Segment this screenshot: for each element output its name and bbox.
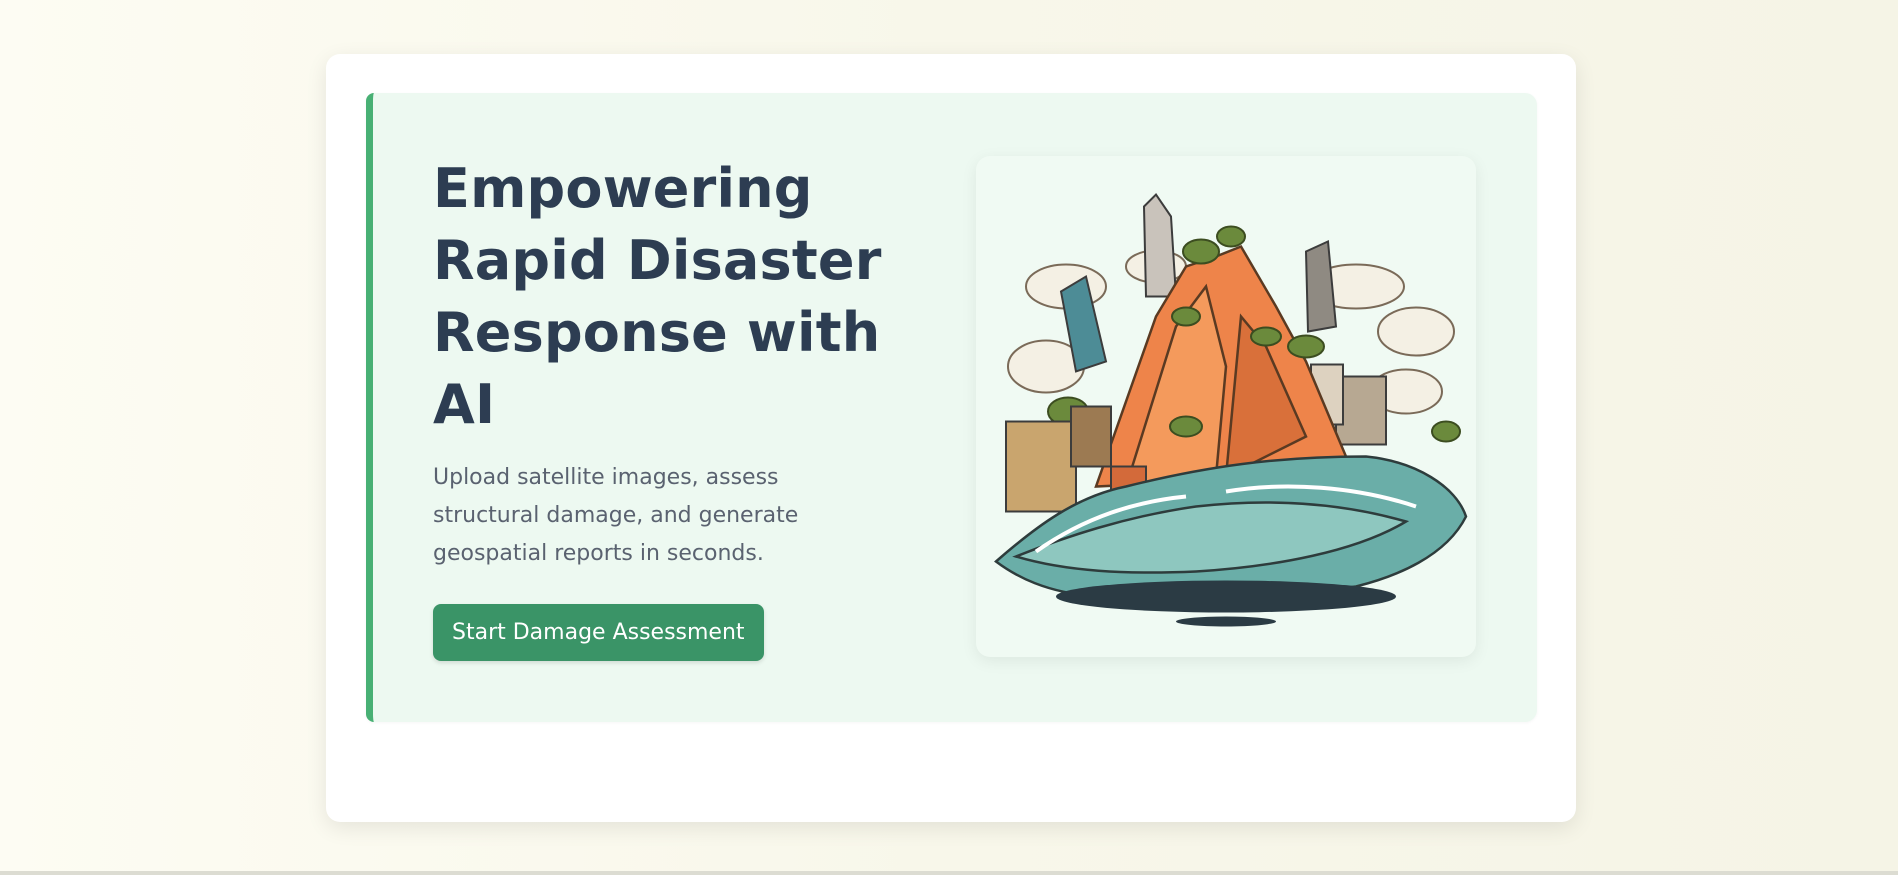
- hero-subtitle: Upload satellite images, assess structur…: [433, 465, 799, 566]
- page-bottom-edge: [0, 871, 1898, 875]
- hero-title: Empowering Rapid Disaster Response with …: [433, 157, 882, 436]
- main-card: Empowering Rapid Disaster Response with …: [326, 54, 1576, 822]
- hero-section: Empowering Rapid Disaster Response with …: [366, 93, 1537, 722]
- hero-illustration: [976, 156, 1476, 657]
- disaster-illustration-icon: [994, 192, 1468, 627]
- start-damage-assessment-button[interactable]: Start Damage Assessment: [433, 604, 764, 661]
